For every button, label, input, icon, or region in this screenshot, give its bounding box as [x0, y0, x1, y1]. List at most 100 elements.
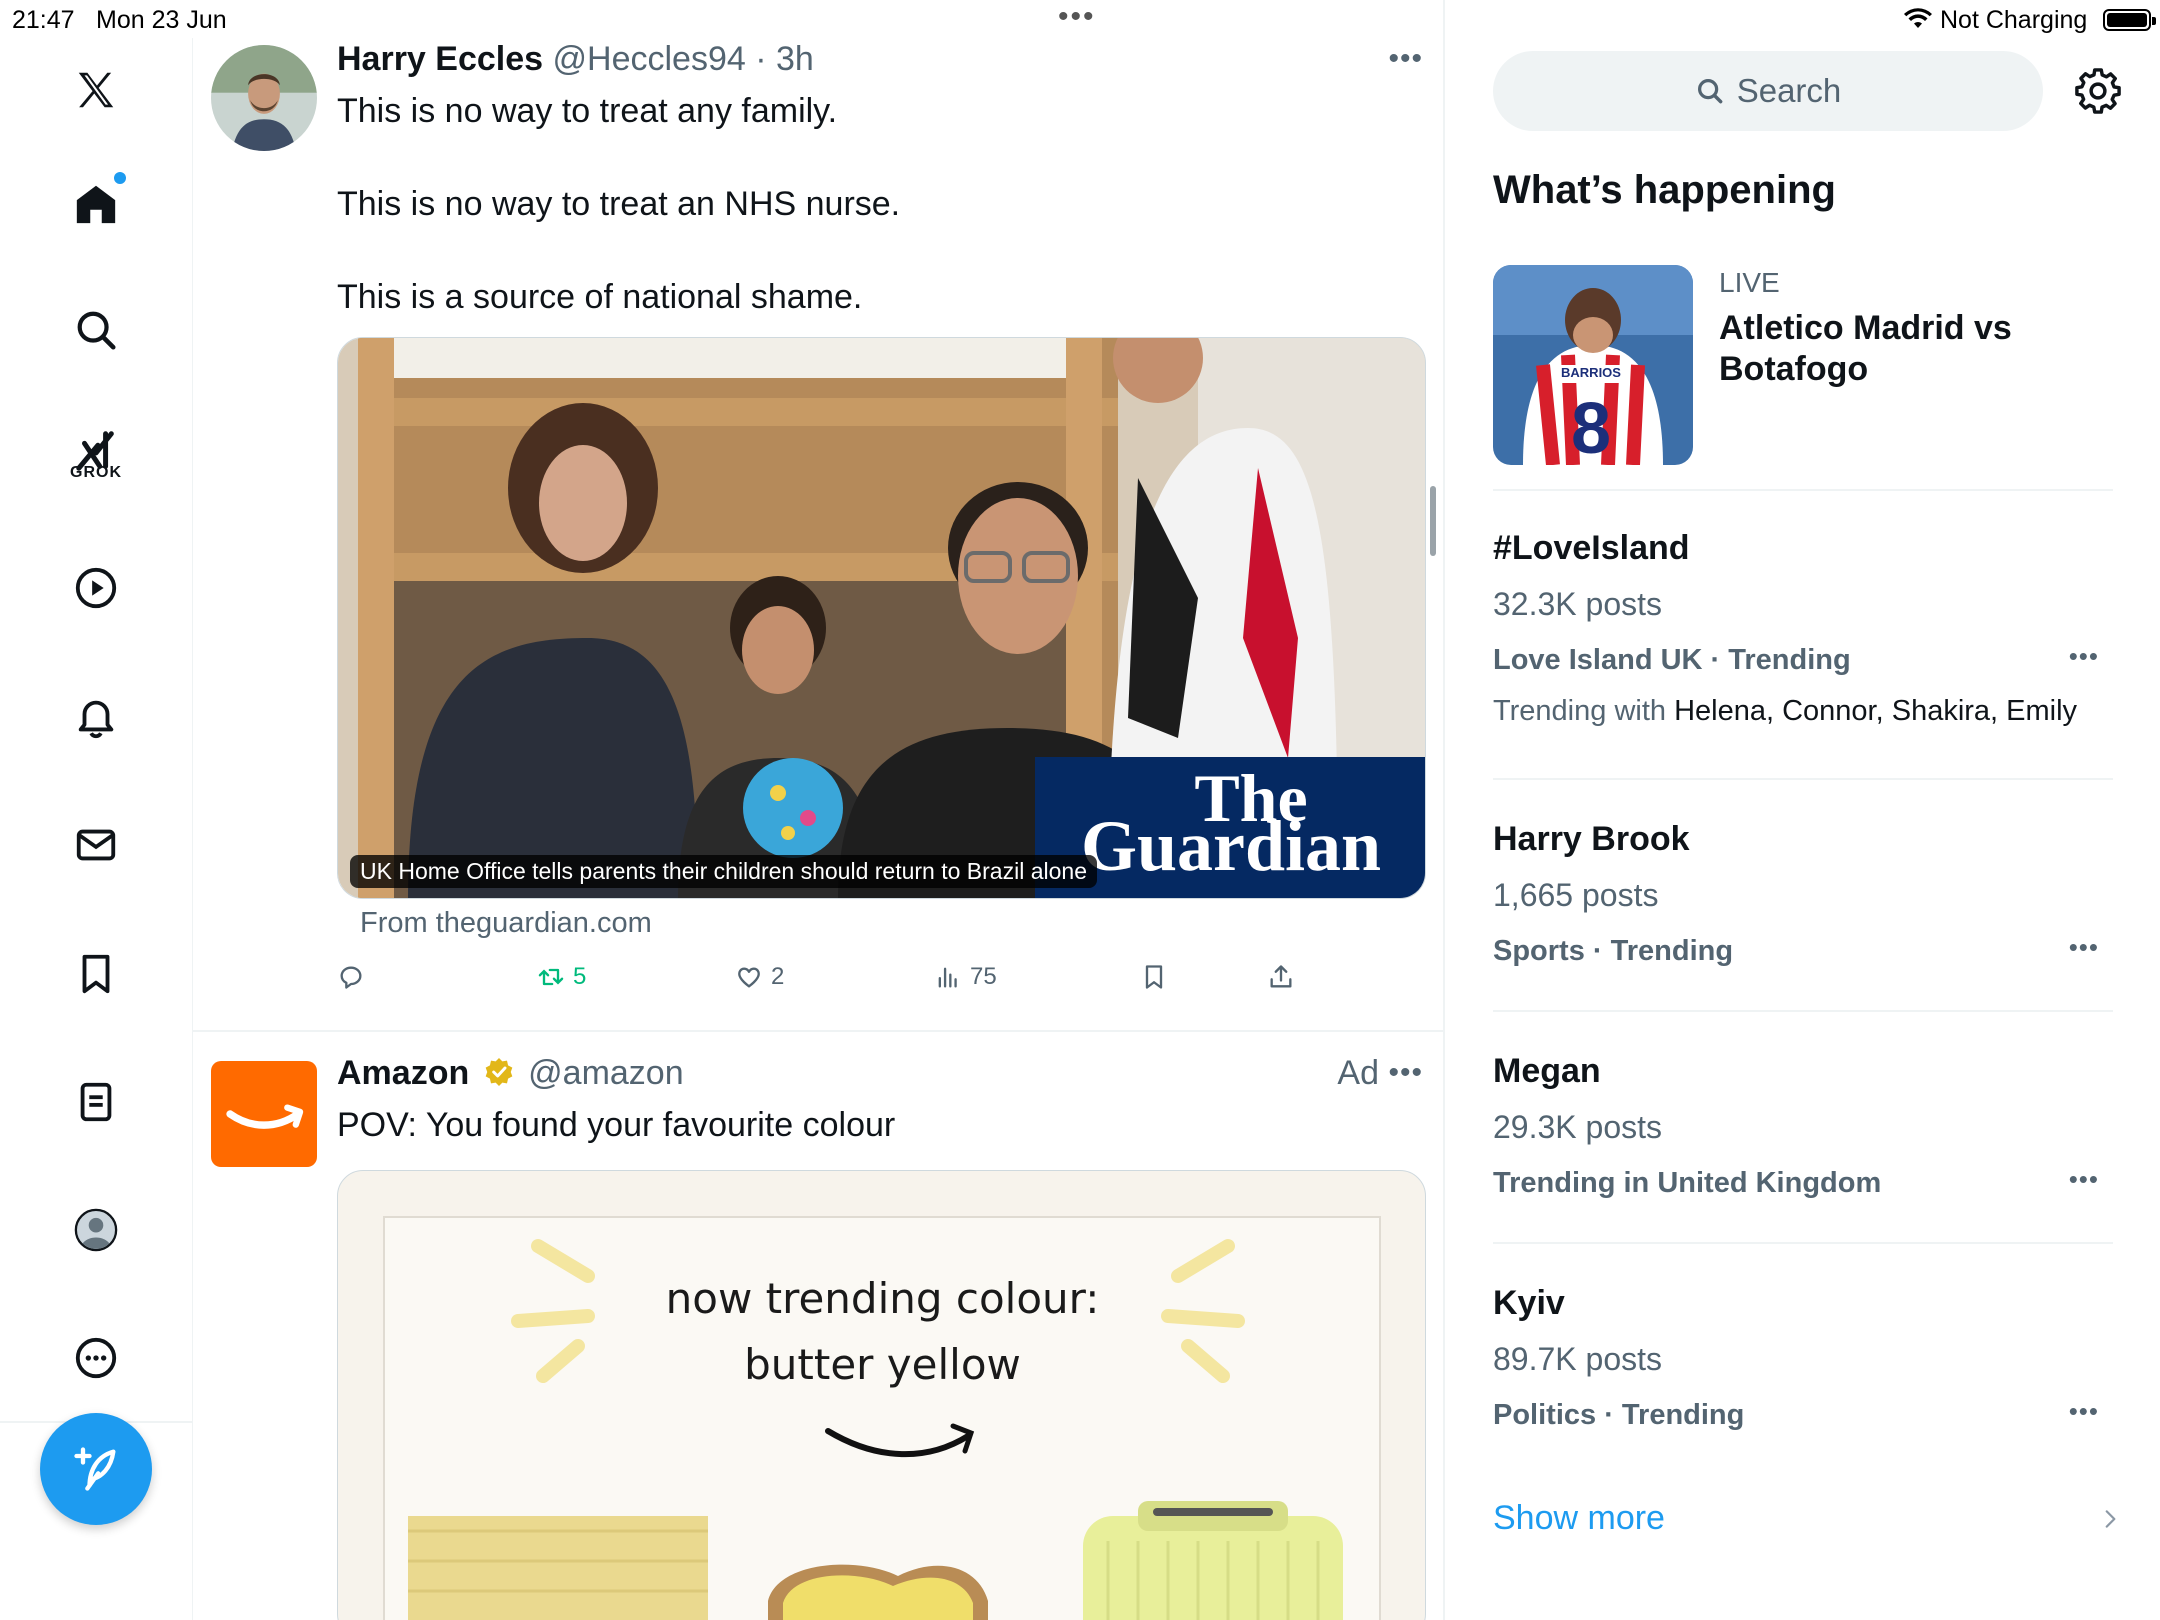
trend-with-names: Helena, Connor, Shakira, Emily [1674, 695, 2078, 727]
retweet-icon [538, 968, 564, 986]
x-logo[interactable] [60, 54, 132, 126]
amazon-avatar[interactable] [211, 1061, 317, 1167]
trend-post-count: 29.3K posts [1493, 1109, 1662, 1145]
nav-more[interactable] [60, 1322, 132, 1394]
trend-post-count: 89.7K posts [1493, 1341, 1662, 1377]
trend-divider [1493, 1010, 2113, 1012]
tweet-actions: 5 2 75 [337, 963, 1337, 999]
verified-gold-badge-icon [485, 1058, 513, 1086]
trend-more-button[interactable]: ••• [2069, 1164, 2099, 1195]
trend-item[interactable]: Kyiv 89.7K posts Politics · Trending ••• [1493, 1284, 2113, 1434]
trend-name: Megan [1493, 1052, 1601, 1090]
search-icon [1697, 78, 1723, 104]
card-source[interactable]: From theguardian.com [360, 907, 652, 940]
avatar[interactable] [211, 45, 317, 151]
more-icon [75, 1337, 117, 1379]
wifi-icon [1904, 8, 1932, 28]
list-icon [80, 1082, 112, 1122]
view-count: 75 [970, 963, 997, 990]
retweet-count: 5 [573, 963, 587, 990]
nav-explore[interactable] [60, 294, 132, 366]
trend-more-button[interactable]: ••• [2069, 1396, 2099, 1427]
compose-post-button[interactable] [40, 1413, 152, 1525]
trend-more-button[interactable]: ••• [2069, 641, 2099, 672]
reply-button[interactable] [337, 963, 373, 991]
like-count: 2 [771, 963, 785, 990]
feed-scrollbar[interactable] [1430, 486, 1436, 556]
nav-profile[interactable] [60, 1194, 132, 1266]
section-title: What’s happening [1493, 168, 1836, 212]
left-navigation: GROK [0, 38, 193, 1620]
trend-context: Politics · Trending [1493, 1399, 1745, 1431]
tweet[interactable]: Amazon @amazon Ad ••• POV: You found you… [193, 1032, 1443, 1620]
live-event-title[interactable]: Atletico Madrid vs Botafogo [1719, 308, 2019, 390]
settings-gear-icon[interactable] [2075, 68, 2121, 114]
views-icon [938, 967, 957, 988]
link-card[interactable]: The Guardian UK Home Office tells parent… [337, 337, 1426, 899]
search-input[interactable]: Search [1493, 51, 2043, 131]
trend-related: Trending with Helena, Connor, Shakira, E… [1493, 695, 2077, 728]
ad-label: Ad [1337, 1054, 1379, 1092]
trend-divider [1493, 778, 2113, 780]
trend-divider [1493, 1242, 2113, 1244]
ad-media[interactable]: now trending colour: butter yellow [337, 1170, 1426, 1620]
show-more-link[interactable]: Show more [1493, 1499, 1665, 1538]
chevron-right-icon[interactable] [2097, 1504, 2123, 1534]
nav-bookmarks[interactable] [60, 938, 132, 1010]
trend-with-label: Trending with [1493, 695, 1667, 727]
trend-name: #LoveIsland [1493, 529, 1690, 567]
like-button[interactable]: 2 [735, 963, 784, 991]
trend-name: Kyiv [1493, 1284, 1565, 1322]
author-name[interactable]: Amazon [337, 1054, 469, 1092]
tweet-more-button[interactable]: ••• [1388, 1056, 1423, 1090]
live-tag: LIVE [1719, 267, 1780, 298]
profile-avatar-icon [74, 1208, 118, 1252]
trend-item[interactable]: Harry Brook 1,665 posts Sports · Trendin… [1493, 820, 2113, 970]
tweet-header: Amazon @amazon [337, 1054, 684, 1093]
tweet-time[interactable]: 3h [776, 40, 814, 78]
views-button[interactable]: 75 [934, 963, 997, 991]
nav-messages[interactable] [60, 809, 132, 881]
card-caption: UK Home Office tells parents their child… [350, 855, 1097, 888]
ad-headline: now trending colour: butter yellow [338, 1266, 1425, 1398]
nav-lists[interactable] [60, 1066, 132, 1138]
trend-item[interactable]: #LoveIsland 32.3K posts Love Island UK ·… [1493, 529, 2113, 759]
live-event-image[interactable]: BARRIOS 8 [1493, 265, 1693, 465]
heart-icon [738, 967, 760, 988]
share-icon [1270, 965, 1292, 988]
trend-context: Love Island UK · Trending [1493, 644, 1851, 676]
bookmark-icon [1145, 965, 1163, 989]
trend-name: Harry Brook [1493, 820, 1690, 858]
trend-more-button[interactable]: ••• [2069, 932, 2099, 963]
search-placeholder: Search [1736, 72, 1842, 109]
nav-video[interactable] [60, 552, 132, 624]
trend-context: Sports · Trending [1493, 935, 1734, 967]
shirt-number: 8 [1571, 389, 1611, 465]
nav-home[interactable] [60, 168, 132, 240]
right-sidebar: Search What’s happening BARRIOS 8 LIVE A… [1447, 38, 2160, 1620]
nav-grok[interactable]: GROK [60, 416, 132, 506]
trend-context: Trending in United Kingdom [1493, 1167, 1882, 1199]
trend-item[interactable]: Megan 29.3K posts Trending in United Kin… [1493, 1052, 2113, 1202]
author-name[interactable]: Harry Eccles [337, 40, 543, 78]
reply-icon [340, 966, 362, 989]
tweet-more-button[interactable]: ••• [1388, 42, 1423, 76]
author-handle[interactable]: @Heccles94 [553, 40, 746, 78]
avatar-photo [211, 45, 317, 151]
trend-post-count: 32.3K posts [1493, 586, 1662, 622]
mail-icon [76, 829, 116, 861]
grok-label: GROK [70, 464, 122, 481]
tweet-text: POV: You found your favourite colour [337, 1106, 896, 1144]
separator-dot: · [745, 40, 776, 78]
bookmark-icon [82, 954, 110, 994]
amazon-smile-logo [226, 1104, 304, 1129]
share-button[interactable] [1267, 963, 1295, 991]
bookmark-button[interactable] [1140, 963, 1168, 991]
author-handle[interactable]: @amazon [528, 1054, 683, 1092]
tweet-text-line: This is a source of national shame. [337, 278, 863, 316]
ad-headline-line: butter yellow [744, 1340, 1021, 1389]
trend-divider [1493, 489, 2113, 491]
nav-notifications[interactable] [60, 681, 132, 753]
tweet[interactable]: Harry Eccles @Heccles94 · 3h ••• This is… [193, 0, 1443, 1030]
retweet-button[interactable]: 5 [537, 963, 586, 991]
